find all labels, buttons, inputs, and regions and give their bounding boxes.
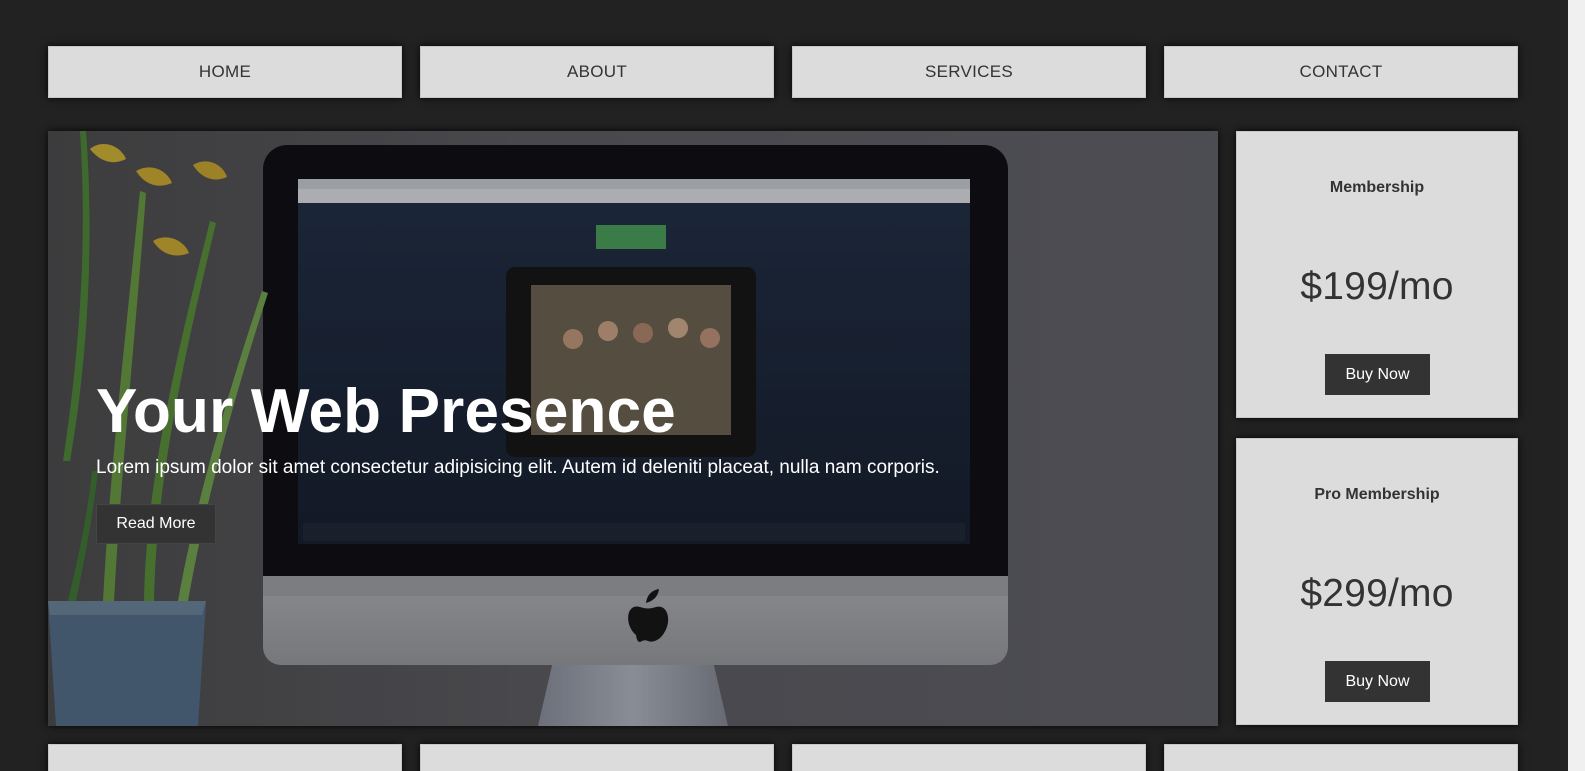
page-background: HOME ABOUT SERVICES CONTACT Your Web Pre… <box>0 0 1568 771</box>
bottom-card-3 <box>792 744 1146 771</box>
nav-item-contact[interactable]: CONTACT <box>1164 46 1518 98</box>
read-more-button[interactable]: Read More <box>96 504 216 544</box>
nav-item-services[interactable]: SERVICES <box>792 46 1146 98</box>
buy-now-button-pro-membership[interactable]: Buy Now <box>1325 661 1430 702</box>
pricing-card-price: $299/mo <box>1300 572 1454 615</box>
pricing-card-membership: Membership $199/mo Buy Now <box>1236 131 1518 418</box>
pricing-card-price: $199/mo <box>1300 265 1454 308</box>
pricing-card-title: Membership <box>1329 179 1425 196</box>
bottom-card-2 <box>420 744 774 771</box>
hero-section: Your Web Presence Lorem ipsum dolor sit … <box>48 131 1218 726</box>
vertical-scrollbar-area[interactable] <box>1568 0 1585 771</box>
pricing-card-title: Pro Membership <box>1314 486 1440 503</box>
bottom-row-cards <box>48 744 1518 771</box>
nav-item-home[interactable]: HOME <box>48 46 402 98</box>
hero-title: Your Web Presence <box>96 377 676 446</box>
bottom-card-4 <box>1164 744 1518 771</box>
main-navigation: HOME ABOUT SERVICES CONTACT <box>48 46 1518 98</box>
buy-now-button-membership[interactable]: Buy Now <box>1325 354 1430 395</box>
pricing-card-pro-membership: Pro Membership $299/mo Buy Now <box>1236 438 1518 725</box>
nav-item-about[interactable]: ABOUT <box>420 46 774 98</box>
hero-description: Lorem ipsum dolor sit amet consectetur a… <box>96 457 940 478</box>
bottom-card-1 <box>48 744 402 771</box>
